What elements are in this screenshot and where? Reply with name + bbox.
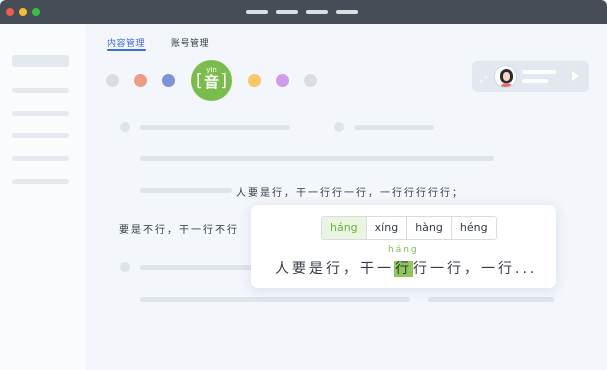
sidebar-item[interactable] bbox=[12, 111, 69, 116]
list-bullet bbox=[120, 262, 130, 272]
title-placeholder bbox=[246, 10, 268, 14]
title-bar bbox=[0, 0, 607, 24]
title-placeholder bbox=[336, 10, 358, 14]
user-info-placeholder bbox=[522, 79, 548, 83]
tab-account-management[interactable]: 账号管理 bbox=[171, 36, 209, 49]
placeholder-line bbox=[140, 297, 410, 302]
popup-sentence: 人要是行，干一行行一行，一行... bbox=[275, 258, 537, 278]
color-dot[interactable] bbox=[106, 74, 119, 87]
content-text-line[interactable]: 人要是行，干一行行一行，一行行行行行； bbox=[236, 184, 464, 199]
color-dot[interactable] bbox=[276, 74, 289, 87]
sidebar-item[interactable] bbox=[12, 88, 69, 93]
pinyin-app-icon[interactable]: [ yīn 音 ] bbox=[191, 60, 232, 101]
placeholder-line bbox=[428, 297, 554, 302]
list-bullet bbox=[334, 122, 344, 132]
sidebar-item[interactable] bbox=[12, 133, 69, 138]
app-window: 内容管理 账号管理 [ yīn 音 ] ⤢ 人要是行，干一行行一行，一行行行行行… bbox=[0, 0, 607, 370]
user-card[interactable]: ⤢ bbox=[472, 61, 589, 92]
placeholder-line bbox=[140, 125, 290, 130]
expand-icon[interactable]: ⤢ bbox=[480, 75, 490, 85]
color-dot[interactable] bbox=[248, 74, 261, 87]
placeholder-line bbox=[140, 188, 232, 193]
sidebar-item[interactable] bbox=[12, 156, 69, 161]
avatar bbox=[494, 65, 517, 88]
highlighted-character[interactable]: 行 bbox=[394, 261, 413, 277]
close-window-button[interactable] bbox=[6, 8, 14, 16]
pinyin-option-hang4[interactable]: hàng bbox=[407, 217, 452, 239]
pinyin-option-hang2[interactable]: háng bbox=[322, 217, 367, 239]
pinyin-selection-popup: háng xíng hàng héng háng 人要是行，干一行行一行，一行.… bbox=[251, 205, 556, 288]
active-tab-indicator bbox=[107, 49, 146, 51]
selected-pinyin-annotation: háng bbox=[388, 245, 419, 255]
title-placeholder bbox=[306, 10, 328, 14]
tab-content-management[interactable]: 内容管理 bbox=[107, 36, 145, 49]
user-name-placeholder bbox=[522, 70, 556, 74]
color-dot[interactable] bbox=[162, 74, 175, 87]
play-icon[interactable] bbox=[572, 71, 579, 81]
sidebar-item[interactable] bbox=[12, 179, 69, 184]
maximize-window-button[interactable] bbox=[32, 8, 40, 16]
sidebar bbox=[0, 24, 87, 370]
color-dot[interactable] bbox=[134, 74, 147, 87]
list-bullet bbox=[120, 122, 130, 132]
minimize-window-button[interactable] bbox=[19, 8, 27, 16]
sentence-after: 行一行，一行... bbox=[413, 261, 538, 277]
color-dot[interactable] bbox=[304, 74, 317, 87]
sentence-before: 人要是行，干一 bbox=[275, 261, 394, 277]
title-placeholder bbox=[276, 10, 298, 14]
pinyin-option-xing2[interactable]: xíng bbox=[367, 217, 408, 239]
placeholder-line bbox=[354, 125, 434, 130]
pinyin-options: háng xíng hàng héng bbox=[321, 216, 497, 240]
placeholder-line bbox=[140, 156, 494, 161]
pinyin-option-heng2[interactable]: héng bbox=[452, 217, 496, 239]
content-text-line[interactable]: 要是不行，干一行不行 bbox=[119, 221, 239, 236]
sidebar-logo-placeholder bbox=[12, 55, 69, 67]
bracket-right-icon: ] bbox=[220, 71, 227, 91]
